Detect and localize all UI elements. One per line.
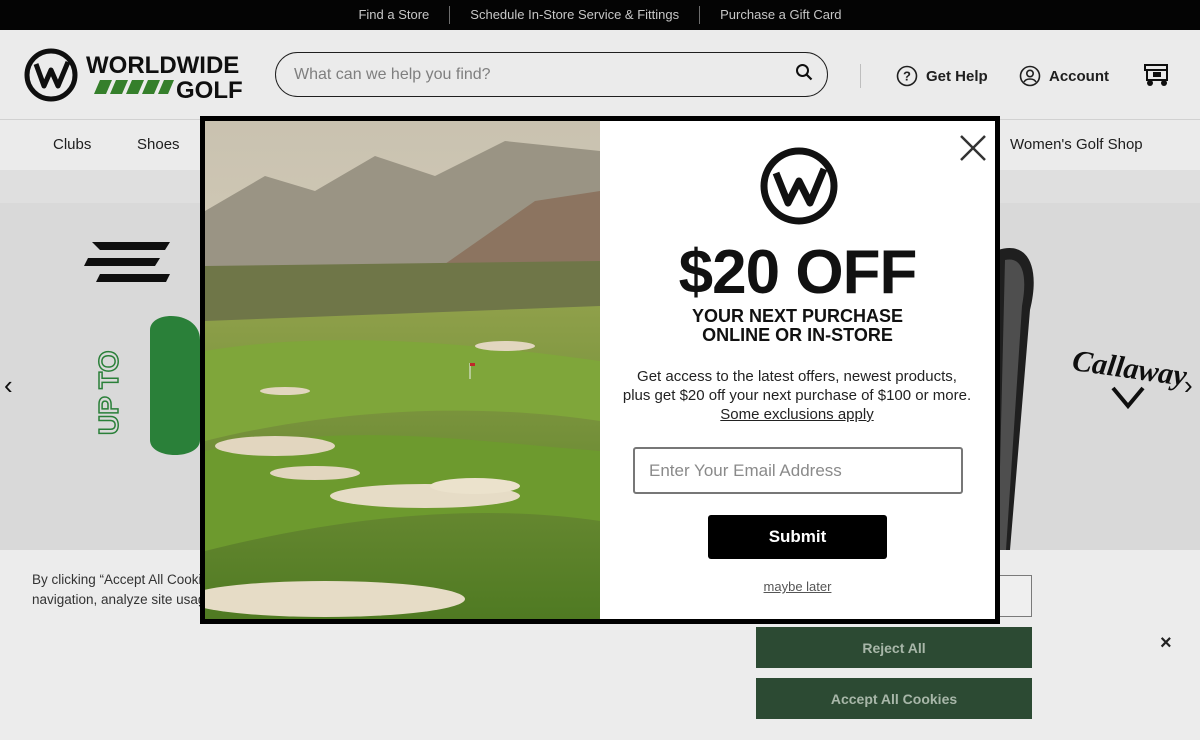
exclusions-link[interactable]: Some exclusions apply	[720, 406, 873, 423]
promo-headline: $20 OFF	[678, 238, 918, 307]
submit-button[interactable]: Submit	[708, 515, 887, 559]
accept-all-cookies-button[interactable]: Accept All Cookies	[756, 678, 1032, 719]
cookie-close-icon[interactable]: ×	[1160, 632, 1172, 655]
promo-modal-content: $20 OFF YOUR NEXT PURCHASE ONLINE OR IN-…	[205, 121, 995, 619]
promo-description-text: Get access to the latest offers, newest …	[622, 368, 972, 404]
golf-course-image	[205, 121, 600, 619]
cookie-text: By clicking “Accept All Cookies”, you ag…	[32, 570, 212, 610]
email-field[interactable]	[633, 447, 963, 494]
promo-subheading-line2: ONLINE OR IN-STORE	[702, 325, 893, 345]
cookie-text-line2: navigation, analyze site usage, and assi…	[32, 592, 212, 607]
maybe-later-link[interactable]: maybe later	[600, 579, 995, 594]
reject-all-button[interactable]: Reject All	[756, 627, 1032, 668]
modal-close-button[interactable]	[952, 129, 992, 169]
promo-description: Get access to the latest offers, newest …	[622, 367, 972, 424]
promo-subheading-line1: YOUR NEXT PURCHASE	[691, 306, 904, 326]
cookie-text-line1: By clicking “Accept All Cookies”, you ag…	[32, 572, 212, 587]
promo-modal: $20 OFF YOUR NEXT PURCHASE ONLINE OR IN-…	[200, 116, 1000, 624]
close-icon	[960, 134, 986, 161]
promo-panel: $20 OFF YOUR NEXT PURCHASE ONLINE OR IN-…	[600, 121, 995, 619]
wg-monogram-logo	[758, 145, 840, 232]
